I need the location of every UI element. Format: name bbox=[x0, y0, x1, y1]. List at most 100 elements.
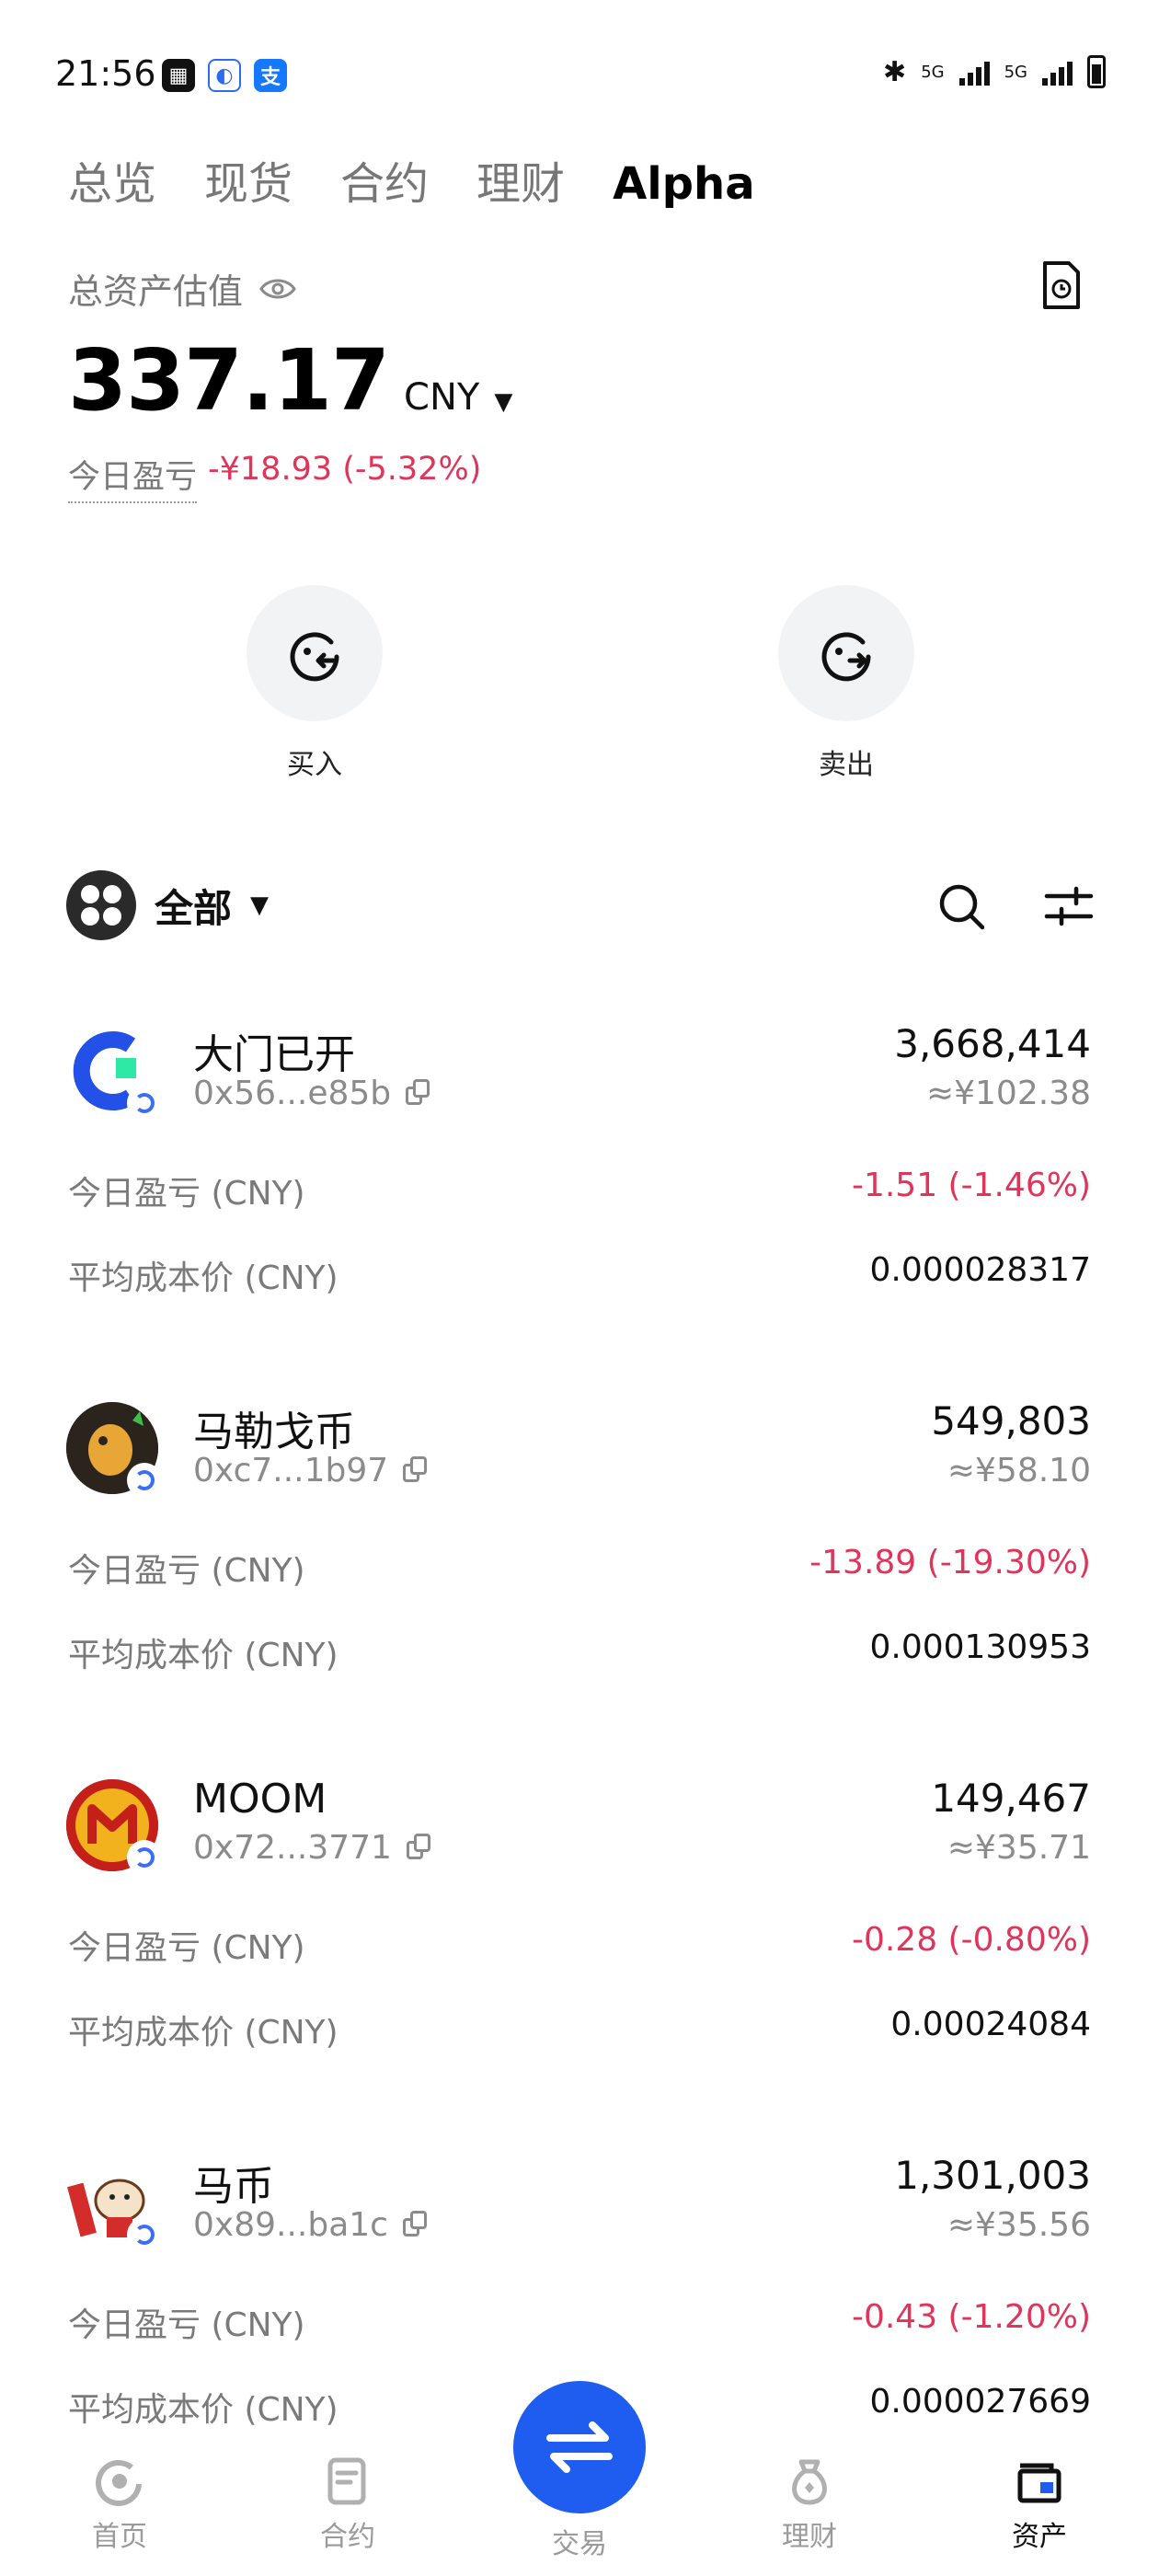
total-value: 337.17 bbox=[68, 331, 390, 430]
avg-cost-label: 平均成本价 (CNY) bbox=[68, 2391, 339, 2429]
history-document-icon[interactable] bbox=[1041, 259, 1082, 311]
tab-earn[interactable]: 理财 bbox=[476, 147, 565, 212]
status-indicators: ✱ 5G 5G bbox=[883, 55, 1106, 88]
pnl-label: 今日盈亏 (CNY) bbox=[68, 1552, 305, 1590]
token-amount: 3,668,414 bbox=[894, 1021, 1091, 1066]
sell-icon bbox=[821, 632, 871, 682]
tab-alpha[interactable]: Alpha bbox=[613, 158, 755, 210]
buy-label: 买入 bbox=[287, 749, 342, 781]
token-address-text: 0xc7...1b97 bbox=[193, 1452, 389, 1489]
chain-badge-icon bbox=[127, 1086, 162, 1121]
token-amount: 149,467 bbox=[931, 1776, 1091, 1821]
status-app-icons: ▦ ◐ 支 bbox=[162, 59, 287, 92]
app-grid-icon: ▦ bbox=[162, 59, 195, 92]
token-address: 0x72...3771 bbox=[193, 1829, 434, 1867]
copy-icon[interactable] bbox=[402, 2210, 430, 2240]
chain-badge-icon bbox=[127, 2217, 162, 2252]
nav-trade-label-wrap[interactable]: 交易 bbox=[506, 2521, 653, 2561]
nav-home-label: 首页 bbox=[92, 2521, 147, 2553]
avg-cost-label: 平均成本价 (CNY) bbox=[68, 2014, 339, 2052]
tab-spot[interactable]: 现货 bbox=[204, 147, 293, 212]
tab-overview[interactable]: 总览 bbox=[68, 147, 156, 212]
buy-icon bbox=[290, 632, 339, 682]
avg-cost-label: 平均成本价 (CNY) bbox=[68, 1637, 339, 1674]
sell-circle[interactable] bbox=[778, 585, 914, 721]
copy-icon[interactable] bbox=[403, 1455, 430, 1486]
signal-icon bbox=[958, 58, 990, 86]
today-pnl-value: -¥18.93 (-5.32%) bbox=[208, 451, 482, 488]
pnl-value: -1.51 (-1.46%) bbox=[851, 1167, 1091, 1204]
token-estimate: ≈¥35.71 bbox=[947, 1829, 1091, 1867]
swap-arrows-icon bbox=[546, 2421, 613, 2473]
token-address: 0xc7...1b97 bbox=[193, 1452, 430, 1489]
search-icon[interactable] bbox=[936, 881, 986, 931]
buy-button[interactable]: 买入 bbox=[247, 585, 383, 782]
token-name: 大门已开 bbox=[193, 1031, 355, 1078]
token-amount: 1,301,003 bbox=[894, 2153, 1091, 2198]
caret-down-icon: ▼ bbox=[250, 891, 270, 919]
avg-cost-label: 平均成本价 (CNY) bbox=[68, 1259, 339, 1297]
avg-cost-value: 0.00024084 bbox=[890, 2006, 1091, 2043]
token-amount: 549,803 bbox=[931, 1398, 1091, 1443]
caret-down-icon[interactable]: ▼ bbox=[494, 388, 512, 416]
eye-icon[interactable] bbox=[259, 277, 296, 301]
token-name: MOOM bbox=[193, 1776, 327, 1823]
pnl-value: -13.89 (-19.30%) bbox=[809, 1544, 1091, 1581]
nav-futures[interactable]: 合约 bbox=[274, 2456, 421, 2554]
status-time: 21:56 bbox=[55, 53, 156, 94]
total-assets-label-row: 总资产估值 bbox=[68, 263, 296, 314]
filter-dropdown[interactable]: 全部 ▼ bbox=[66, 870, 269, 940]
nav-futures-label: 合约 bbox=[320, 2521, 375, 2553]
trade-button[interactable] bbox=[513, 2381, 646, 2513]
chain-badge-icon bbox=[127, 1463, 162, 1498]
sliders-icon[interactable] bbox=[1043, 881, 1095, 931]
avg-cost-value: 0.000028317 bbox=[869, 1251, 1092, 1289]
pnl-label: 今日盈亏 (CNY) bbox=[68, 1929, 305, 1967]
avg-cost-value: 0.000130953 bbox=[869, 1628, 1092, 1666]
alipay-icon: 支 bbox=[254, 59, 287, 92]
token-address-text: 0x72...3771 bbox=[193, 1829, 392, 1867]
signal-icon-2 bbox=[1042, 58, 1073, 86]
total-value-row: 337.17 CNY ▼ bbox=[68, 331, 512, 430]
sell-label: 卖出 bbox=[819, 749, 874, 781]
nav-assets-label: 资产 bbox=[1012, 2521, 1067, 2553]
contract-icon bbox=[327, 2457, 366, 2505]
token-name: 马币 bbox=[193, 2163, 274, 2210]
nav-earn-label: 理财 bbox=[782, 2521, 837, 2553]
avg-cost-value: 0.000027669 bbox=[869, 2383, 1092, 2421]
nav-home[interactable]: 首页 bbox=[46, 2456, 193, 2554]
token-address: 0x89...ba1c bbox=[193, 2206, 430, 2244]
pnl-label: 今日盈亏 (CNY) bbox=[68, 2306, 305, 2344]
token-address-text: 0x89...ba1c bbox=[193, 2206, 388, 2244]
money-bag-icon bbox=[792, 2459, 827, 2505]
bluetooth-icon: ✱ bbox=[883, 55, 907, 88]
app-swirl-icon: ◐ bbox=[208, 59, 241, 92]
token-estimate: ≈¥58.10 bbox=[947, 1452, 1091, 1489]
copy-icon[interactable] bbox=[406, 1078, 433, 1109]
total-assets-label: 总资产估值 bbox=[68, 271, 244, 312]
net-5g-label-1: 5G bbox=[921, 62, 945, 82]
sell-button[interactable]: 卖出 bbox=[778, 585, 914, 782]
wallet-icon bbox=[1017, 2463, 1061, 2503]
buy-circle[interactable] bbox=[247, 585, 383, 721]
nav-trade-label: 交易 bbox=[552, 2528, 607, 2560]
copy-icon[interactable] bbox=[406, 1833, 434, 1863]
nav-assets[interactable]: 资产 bbox=[966, 2456, 1113, 2554]
token-name: 马勒戈币 bbox=[193, 1409, 355, 1455]
pnl-value: -0.43 (-1.20%) bbox=[851, 2298, 1091, 2336]
token-address-text: 0x56...e85b bbox=[193, 1075, 392, 1112]
today-pnl-row: 今日盈亏 -¥18.93 (-5.32%) bbox=[68, 451, 481, 503]
currency-selector[interactable]: CNY bbox=[404, 376, 479, 419]
all-tokens-icon bbox=[66, 870, 136, 940]
tab-futures[interactable]: 合约 bbox=[340, 147, 429, 212]
pnl-label: 今日盈亏 (CNY) bbox=[68, 1175, 305, 1213]
token-estimate: ≈¥102.38 bbox=[925, 1075, 1091, 1112]
filter-label: 全部 bbox=[155, 885, 233, 931]
net-5g-label-2: 5G bbox=[1004, 62, 1027, 82]
home-icon bbox=[96, 2460, 142, 2506]
today-pnl-label[interactable]: 今日盈亏 bbox=[68, 451, 198, 503]
chain-badge-icon bbox=[127, 1840, 162, 1875]
battery-icon bbox=[1087, 55, 1106, 88]
token-estimate: ≈¥35.56 bbox=[947, 2206, 1091, 2244]
nav-earn[interactable]: 理财 bbox=[736, 2456, 883, 2554]
